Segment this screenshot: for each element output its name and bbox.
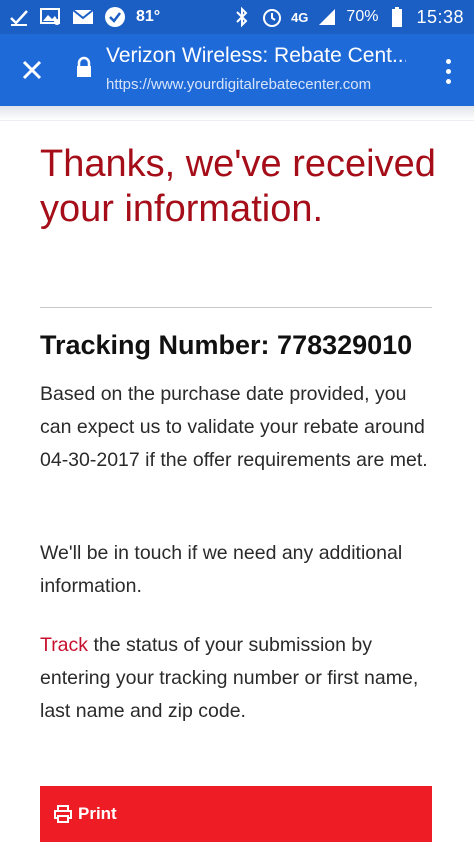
content-top-rule bbox=[0, 120, 474, 121]
more-options-button[interactable] bbox=[436, 54, 460, 88]
network-type: 4G bbox=[291, 9, 309, 25]
bluetooth-icon bbox=[231, 6, 253, 28]
page-title: Verizon Wireless: Rebate Cent... bbox=[106, 44, 406, 67]
dot bbox=[445, 78, 451, 84]
contact-paragraph: We'll be in touch if we need any additio… bbox=[40, 542, 403, 597]
clock: 15:38 bbox=[416, 6, 464, 27]
status-bar-left: 81° bbox=[8, 0, 160, 34]
signal-icon bbox=[316, 6, 338, 28]
status-bar: 81° 4G 70% 15:38 bbox=[0, 0, 474, 34]
track-paragraph-text: the status of your submission by enterin… bbox=[40, 634, 419, 722]
close-button[interactable] bbox=[14, 52, 50, 88]
check-icon bbox=[8, 6, 30, 28]
battery-percent: 70% bbox=[346, 8, 379, 25]
track-link[interactable]: Track bbox=[40, 634, 88, 656]
battery-icon bbox=[386, 6, 408, 28]
tracking-number: Tracking Number: 778329010 bbox=[40, 330, 413, 360]
close-icon bbox=[22, 60, 42, 80]
dot bbox=[445, 68, 451, 74]
toolbar-shadow bbox=[0, 106, 474, 120]
track-paragraph: Track the status of your submission by e… bbox=[40, 629, 440, 728]
divider bbox=[40, 307, 432, 308]
temperature-text: 81° bbox=[136, 8, 161, 25]
alarm-icon bbox=[261, 6, 283, 28]
verified-icon bbox=[104, 6, 126, 28]
print-label: Print bbox=[78, 804, 117, 823]
confirmation-heading: Thanks, we've received your information. bbox=[40, 143, 436, 230]
status-bar-right: 4G 70% 15:38 bbox=[231, 0, 464, 34]
dot bbox=[445, 58, 451, 64]
image-icon bbox=[40, 6, 62, 28]
printer-icon bbox=[54, 805, 72, 823]
browser-toolbar: Verizon Wireless: Rebate Cent... https:/… bbox=[0, 34, 474, 106]
print-button[interactable]: Print bbox=[40, 786, 432, 842]
validation-paragraph: Based on the purchase date provided, you… bbox=[40, 383, 428, 471]
lock-icon bbox=[74, 56, 94, 78]
mail-icon bbox=[72, 6, 94, 28]
url-text[interactable]: https://www.yourdigitalrebatecenter.com bbox=[106, 76, 426, 93]
